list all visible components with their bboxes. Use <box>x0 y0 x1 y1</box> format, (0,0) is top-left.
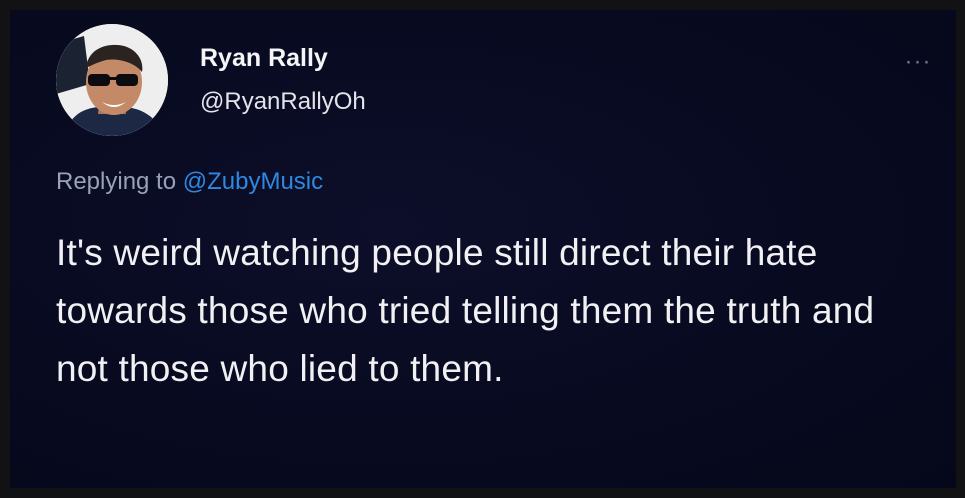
tweet-card: Ryan Rally @RyanRallyOh ··· Replying to … <box>10 10 956 488</box>
avatar[interactable] <box>56 24 168 136</box>
replying-to-label: Replying to <box>56 168 177 195</box>
more-options-icon[interactable]: ··· <box>898 50 938 74</box>
reply-mention-link[interactable]: @ZubyMusic <box>183 168 323 195</box>
author-display-name[interactable]: Ryan Rally <box>200 44 328 73</box>
replying-to: Replying to @ZubyMusic <box>56 168 323 196</box>
profile-photo-icon <box>56 24 168 136</box>
tweet-text: It's weird watching people still direct … <box>56 232 875 389</box>
author-handle[interactable]: @RyanRallyOh <box>200 88 366 116</box>
